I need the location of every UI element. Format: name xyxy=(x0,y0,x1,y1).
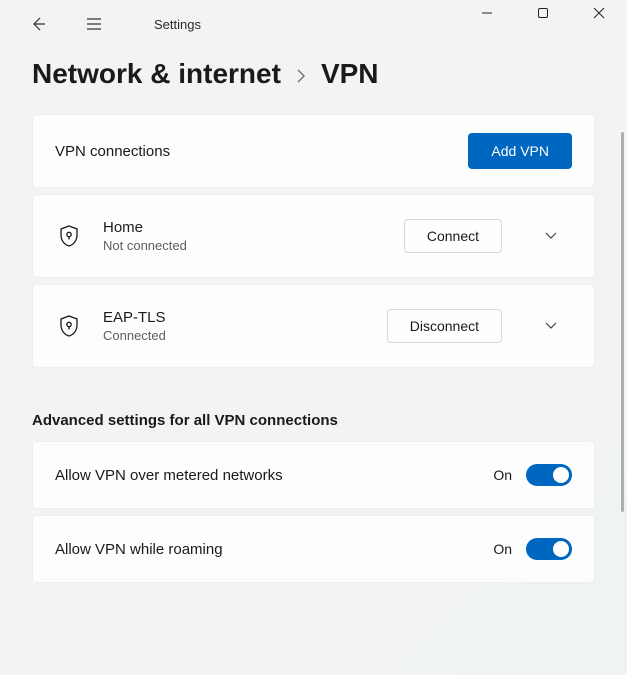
vpn-entry-eap-tls[interactable]: EAP-TLS Connected Disconnect xyxy=(32,284,595,368)
roaming-toggle-state: On xyxy=(493,541,512,557)
menu-button[interactable] xyxy=(76,6,112,42)
expand-button[interactable] xyxy=(530,215,572,257)
close-button[interactable] xyxy=(571,0,627,26)
vpn-entry-status: Connected xyxy=(103,328,367,343)
vpn-connections-card: VPN connections Add VPN xyxy=(32,114,595,188)
titlebar: Settings xyxy=(0,0,627,48)
chevron-down-icon xyxy=(544,321,558,331)
arrow-left-icon xyxy=(30,16,46,32)
vpn-entry-home[interactable]: Home Not connected Connect xyxy=(32,194,595,278)
add-vpn-button[interactable]: Add VPN xyxy=(468,133,572,169)
chevron-right-icon xyxy=(295,66,307,89)
scrollbar[interactable] xyxy=(621,132,624,512)
shield-icon xyxy=(55,314,83,338)
vpn-entry-name: Home xyxy=(103,219,384,236)
vpn-entry-name: EAP-TLS xyxy=(103,309,367,326)
metered-toggle-card: Allow VPN over metered networks On xyxy=(32,441,595,509)
hamburger-icon xyxy=(86,17,102,31)
minimize-button[interactable] xyxy=(459,0,515,26)
roaming-toggle-label: Allow VPN while roaming xyxy=(55,541,493,558)
toggle-knob xyxy=(553,467,569,483)
expand-button[interactable] xyxy=(530,305,572,347)
roaming-toggle[interactable] xyxy=(526,538,572,560)
breadcrumb: Network & internet VPN xyxy=(32,58,595,90)
toggle-knob xyxy=(553,541,569,557)
app-title: Settings xyxy=(154,17,201,32)
metered-toggle-state: On xyxy=(493,467,512,483)
window-controls xyxy=(459,0,627,26)
advanced-heading: Advanced settings for all VPN connection… xyxy=(32,412,595,429)
minimize-icon xyxy=(481,7,493,19)
vpn-entry-status: Not connected xyxy=(103,238,384,253)
maximize-icon xyxy=(537,7,549,19)
metered-toggle[interactable] xyxy=(526,464,572,486)
roaming-toggle-card: Allow VPN while roaming On xyxy=(32,515,595,583)
back-button[interactable] xyxy=(20,6,56,42)
shield-icon xyxy=(55,224,83,248)
close-icon xyxy=(593,7,605,19)
vpn-connections-label: VPN connections xyxy=(55,143,468,160)
disconnect-button[interactable]: Disconnect xyxy=(387,309,502,343)
breadcrumb-current: VPN xyxy=(321,58,379,90)
chevron-down-icon xyxy=(544,231,558,241)
maximize-button[interactable] xyxy=(515,0,571,26)
breadcrumb-parent[interactable]: Network & internet xyxy=(32,58,281,90)
connect-button[interactable]: Connect xyxy=(404,219,502,253)
metered-toggle-label: Allow VPN over metered networks xyxy=(55,467,493,484)
